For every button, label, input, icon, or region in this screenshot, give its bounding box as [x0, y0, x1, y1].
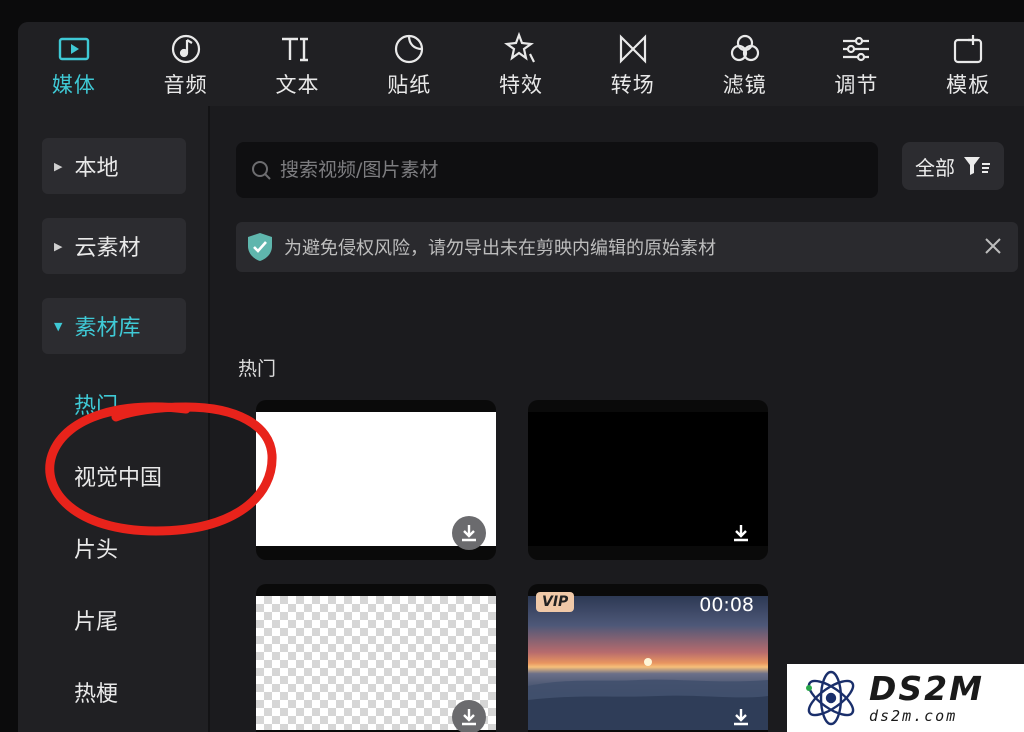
- search-box[interactable]: [236, 142, 878, 198]
- vip-badge: VIP: [536, 592, 575, 612]
- sidebar-item-label: 本地: [74, 156, 119, 181]
- copyright-notice: 为避免侵权风险，请勿导出未在剪映内编辑的原始素材: [236, 222, 1018, 272]
- tab-transition[interactable]: 转场: [577, 22, 689, 106]
- filter-icon: [728, 32, 762, 66]
- video-duration: 00:08: [699, 594, 754, 616]
- sidebar-item-label: 云素材: [74, 236, 141, 261]
- section-title: 热门: [238, 358, 277, 380]
- material-card-sunset[interactable]: VIP 00:08: [528, 584, 768, 732]
- tab-effects[interactable]: 特效: [465, 22, 577, 106]
- tab-adjust[interactable]: 调节: [800, 22, 912, 106]
- filter-button[interactable]: 全部: [902, 142, 1004, 190]
- tab-text[interactable]: 文本: [242, 22, 354, 106]
- sidebar-subitem-outro[interactable]: 片尾: [74, 604, 118, 636]
- transition-icon: [616, 32, 650, 66]
- search-icon: [252, 161, 271, 180]
- tab-effects-label: 特效: [499, 73, 544, 97]
- tab-transition-label: 转场: [610, 73, 655, 97]
- filter-funnel-icon: [964, 157, 990, 175]
- sidebar-item-label: 素材库: [74, 316, 141, 341]
- top-toolbar: 媒体 音频 文本 贴纸 特效 转场 滤镜 调节 模板: [18, 22, 1024, 106]
- sidebar-item-cloud[interactable]: ▶ 云素材: [42, 218, 186, 274]
- tab-adjust-label: 调节: [834, 73, 879, 97]
- material-card-black[interactable]: [528, 400, 768, 560]
- tab-template[interactable]: 模板: [912, 22, 1024, 106]
- sidebar-item-local[interactable]: ▶ 本地: [42, 138, 186, 194]
- app-window: 媒体 音频 文本 贴纸 特效 转场 滤镜 调节 模板 ▶ 本地 ▶ 云素材 ▼ …: [18, 22, 1024, 732]
- audio-icon: [169, 32, 203, 66]
- tab-sticker-label: 贴纸: [387, 73, 432, 97]
- tab-filter[interactable]: 滤镜: [689, 22, 801, 106]
- adjust-icon: [839, 32, 873, 66]
- media-icon: [57, 32, 91, 66]
- tab-audio[interactable]: 音频: [130, 22, 242, 106]
- tab-media-label: 媒体: [51, 73, 96, 97]
- watermark-title: DS2M: [869, 669, 984, 708]
- shield-check-icon: [248, 233, 272, 261]
- notice-text: 为避免侵权风险，请勿导出未在剪映内编辑的原始素材: [284, 238, 716, 259]
- sidebar-item-library[interactable]: ▼ 素材库: [42, 298, 186, 354]
- tab-template-label: 模板: [946, 73, 991, 97]
- caret-down-icon: ▼: [54, 319, 63, 333]
- download-icon[interactable]: [452, 700, 486, 732]
- annotation-circle: [45, 402, 277, 536]
- material-card-white[interactable]: [256, 400, 496, 560]
- watermark: DS2M ds2m.com: [787, 664, 1024, 732]
- download-icon[interactable]: [724, 700, 758, 732]
- sticker-icon: [392, 32, 426, 66]
- caret-right-icon: ▶: [54, 159, 63, 173]
- download-icon[interactable]: [724, 516, 758, 550]
- close-icon[interactable]: [982, 235, 1004, 257]
- caret-right-icon: ▶: [54, 239, 63, 253]
- tab-sticker[interactable]: 贴纸: [353, 22, 465, 106]
- tab-filter-label: 滤镜: [722, 73, 767, 97]
- material-panel: 全部 为避免侵权风险，请勿导出未在剪映内编辑的原始素材 热门: [212, 106, 1024, 732]
- search-input[interactable]: [280, 159, 840, 181]
- download-icon[interactable]: [452, 516, 486, 550]
- tab-audio-label: 音频: [163, 73, 208, 97]
- tab-media[interactable]: 媒体: [18, 22, 130, 106]
- filter-label: 全部: [915, 155, 955, 180]
- sidebar-subitem-meme[interactable]: 热梗: [74, 676, 118, 708]
- text-icon: [280, 32, 314, 66]
- watermark-url: ds2m.com: [869, 707, 958, 725]
- material-card-transparent[interactable]: [256, 584, 496, 732]
- tab-text-label: 文本: [275, 73, 320, 97]
- template-icon: [951, 32, 985, 66]
- effects-icon: [504, 32, 538, 66]
- atom-logo-icon: [806, 670, 855, 726]
